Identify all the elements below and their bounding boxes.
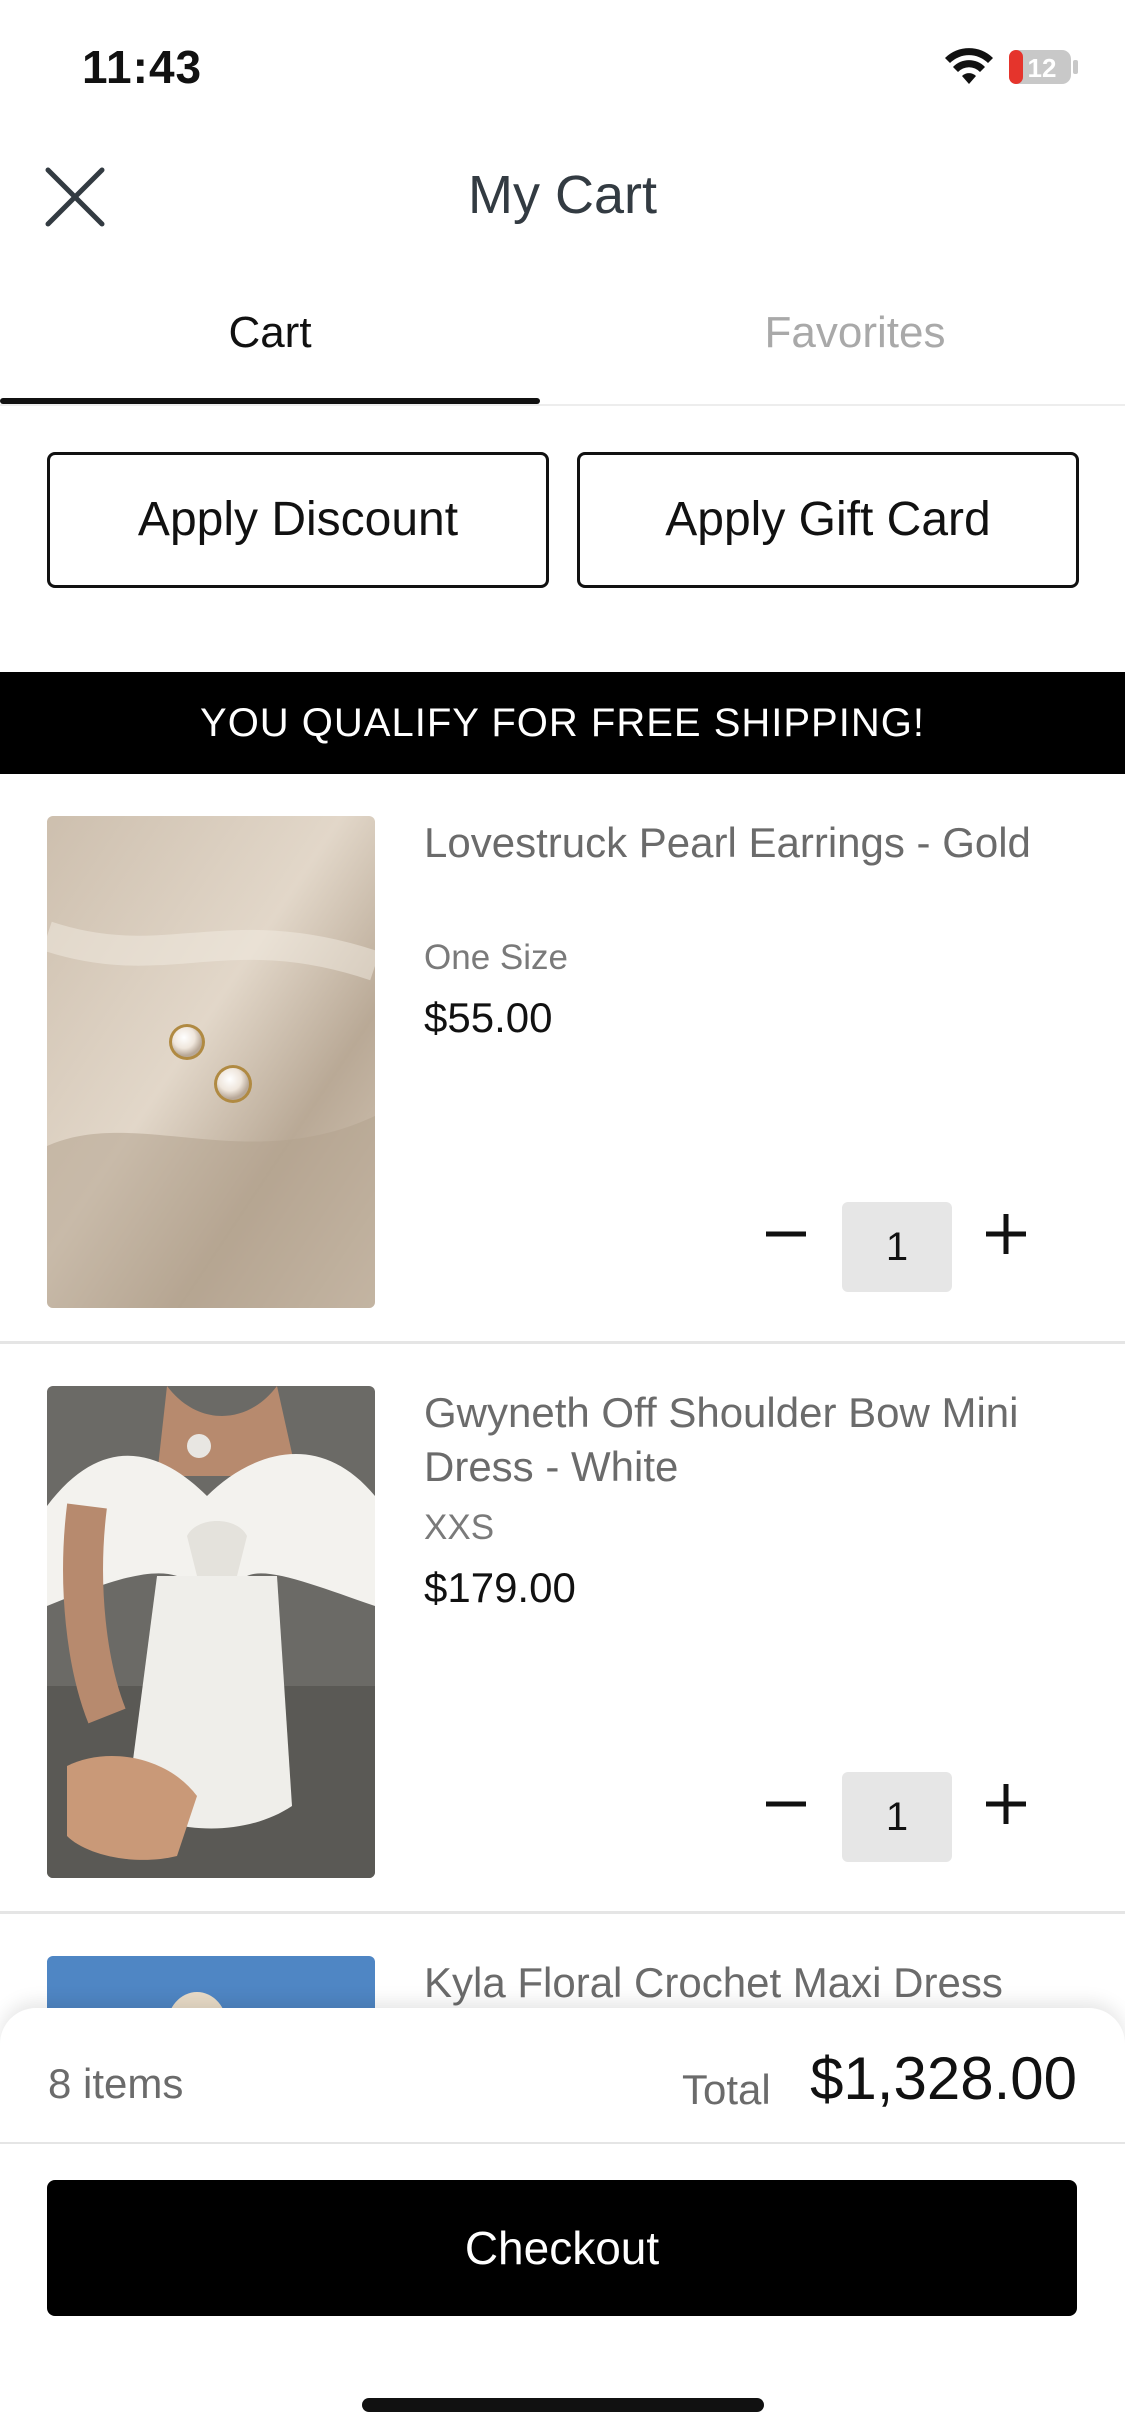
active-tab-indicator — [0, 398, 540, 404]
status-bar: 11:43 12 — [0, 0, 1125, 130]
wifi-icon — [945, 48, 993, 84]
quantity-value[interactable]: 1 — [842, 1772, 952, 1862]
divider — [0, 2142, 1125, 2144]
battery-icon: 12 — [1009, 50, 1078, 84]
decrease-quantity-button[interactable] — [758, 1776, 814, 1832]
page-title: My Cart — [468, 165, 657, 225]
free-shipping-banner: YOU QUALIFY FOR FREE SHIPPING! — [0, 672, 1125, 774]
battery-level: 12 — [1028, 53, 1057, 83]
cart-item: Lovestruck Pearl Earrings - Gold One Siz… — [0, 774, 1125, 1344]
tab-bar: Cart Favorites — [0, 290, 1125, 406]
checkout-summary: 8 items Total $1,328.00 Checkout — [0, 2008, 1125, 2436]
decrease-quantity-button[interactable] — [758, 1206, 814, 1262]
total-label: Total — [682, 2066, 771, 2113]
cart-item: Gwyneth Off Shoulder Bow Mini Dress - Wh… — [0, 1344, 1125, 1914]
increase-quantity-button[interactable] — [978, 1206, 1034, 1262]
status-time: 11:43 — [82, 41, 203, 93]
product-price: $55.00 — [424, 994, 553, 1041]
product-size: XXS — [424, 1508, 495, 1547]
items-count: 8 items — [48, 2060, 184, 2107]
increase-quantity-button[interactable] — [978, 1776, 1034, 1832]
product-image-dress[interactable] — [47, 1386, 375, 1878]
product-image-earrings[interactable] — [47, 816, 375, 1308]
product-price: $179.00 — [424, 1564, 576, 1611]
home-indicator[interactable] — [362, 2398, 764, 2412]
product-name[interactable]: Kyla Floral Crochet Maxi Dress — [424, 1956, 1084, 2010]
product-size: One Size — [424, 938, 568, 977]
tab-cart[interactable]: Cart — [0, 290, 540, 406]
product-name[interactable]: Gwyneth Off Shoulder Bow Mini Dress - Wh… — [424, 1386, 1084, 1494]
cart-screen: 11:43 12 My Cart Cart Favorites Apply Di… — [0, 0, 1125, 2436]
apply-gift-card-button[interactable]: Apply Gift Card — [577, 452, 1079, 588]
product-name[interactable]: Lovestruck Pearl Earrings - Gold — [424, 816, 1084, 870]
apply-discount-button[interactable]: Apply Discount — [47, 452, 549, 588]
checkout-button[interactable]: Checkout — [47, 2180, 1077, 2316]
quantity-value[interactable]: 1 — [842, 1202, 952, 1292]
tab-favorites[interactable]: Favorites — [585, 290, 1125, 406]
total-value: $1,328.00 — [810, 2045, 1077, 2112]
